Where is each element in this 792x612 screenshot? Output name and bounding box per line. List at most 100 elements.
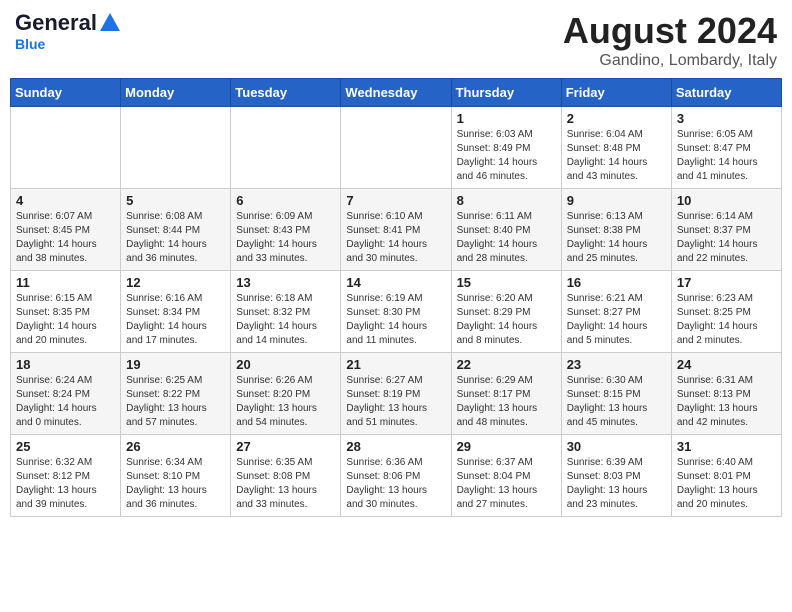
calendar-cell: 12 Sunrise: 6:16 AM Sunset: 8:34 PM Dayli… — [121, 271, 231, 353]
weekday-header-sunday: Sunday — [11, 79, 121, 107]
day-info: Sunrise: 6:27 AM Sunset: 8:19 PM Dayligh… — [346, 374, 445, 430]
weekday-header-friday: Friday — [561, 79, 671, 107]
calendar-cell: 31Sunrise: 6:40 AM Sunset: 8:01 PM Dayli… — [671, 435, 781, 517]
calendar-cell: 25Sunrise: 6:32 AM Sunset: 8:12 PM Dayli… — [11, 435, 121, 517]
week-row-2: 4 Sunrise: 6:07 AM Sunset: 8:45 PM Daylig… — [11, 189, 782, 271]
location-title: Gandino, Lombardy, Italy — [563, 52, 777, 70]
day-info: Sunrise: 6:35 AM Sunset: 8:08 PM Dayligh… — [236, 456, 335, 512]
calendar-cell: 21 Sunrise: 6:27 AM Sunset: 8:19 PM Dayli… — [341, 353, 451, 435]
calendar-cell: 11 Sunrise: 6:15 AM Sunset: 8:35 PM Dayli… — [11, 271, 121, 353]
calendar-cell: 30 Sunrise: 6:39 AM Sunset: 8:03 PM Dayli… — [561, 435, 671, 517]
calendar-cell — [341, 107, 451, 189]
logo-blue: Blue — [15, 36, 45, 52]
day-info: Sunrise: 6:32 AM Sunset: 8:12 PM Dayligh… — [16, 456, 115, 512]
day-info: Sunrise: 6:21 AM Sunset: 8:27 PM Dayligh… — [567, 292, 666, 348]
calendar-cell: 29Sunrise: 6:37 AM Sunset: 8:04 PM Dayli… — [451, 435, 561, 517]
day-number: 28 — [346, 439, 445, 454]
calendar-table: SundayMondayTuesdayWednesdayThursdayFrid… — [10, 78, 782, 517]
calendar-cell — [121, 107, 231, 189]
calendar-cell: 2Sunrise: 6:04 AM Sunset: 8:48 PM Daylig… — [561, 107, 671, 189]
calendar-cell: 27Sunrise: 6:35 AM Sunset: 8:08 PM Dayli… — [231, 435, 341, 517]
logo: General Blue — [15, 10, 121, 54]
calendar-cell: 17 Sunrise: 6:23 AM Sunset: 8:25 PM Dayli… — [671, 271, 781, 353]
day-number: 6 — [236, 193, 335, 208]
day-info: Sunrise: 6:09 AM Sunset: 8:43 PM Dayligh… — [236, 210, 335, 266]
day-number: 30 — [567, 439, 666, 454]
day-number: 3 — [677, 111, 776, 126]
week-row-4: 18Sunrise: 6:24 AM Sunset: 8:24 PM Dayli… — [11, 353, 782, 435]
calendar-cell: 19 Sunrise: 6:25 AM Sunset: 8:22 PM Dayli… — [121, 353, 231, 435]
day-number: 19 — [126, 357, 225, 372]
day-number: 14 — [346, 275, 445, 290]
day-number: 10 — [677, 193, 776, 208]
calendar-cell: 18Sunrise: 6:24 AM Sunset: 8:24 PM Dayli… — [11, 353, 121, 435]
calendar-cell: 23 Sunrise: 6:30 AM Sunset: 8:15 PM Dayli… — [561, 353, 671, 435]
calendar-cell: 6 Sunrise: 6:09 AM Sunset: 8:43 PM Daylig… — [231, 189, 341, 271]
calendar-cell: 3 Sunrise: 6:05 AM Sunset: 8:47 PM Daylig… — [671, 107, 781, 189]
day-info: Sunrise: 6:11 AM Sunset: 8:40 PM Dayligh… — [457, 210, 556, 266]
day-number: 5 — [126, 193, 225, 208]
day-info: Sunrise: 6:40 AM Sunset: 8:01 PM Dayligh… — [677, 456, 776, 512]
day-info: Sunrise: 6:31 AM Sunset: 8:13 PM Dayligh… — [677, 374, 776, 430]
day-number: 12 — [126, 275, 225, 290]
day-number: 24 — [677, 357, 776, 372]
day-number: 1 — [457, 111, 556, 126]
calendar-cell: 5Sunrise: 6:08 AM Sunset: 8:44 PM Daylig… — [121, 189, 231, 271]
day-info: Sunrise: 6:10 AM Sunset: 8:41 PM Dayligh… — [346, 210, 445, 266]
day-number: 11 — [16, 275, 115, 290]
day-info: Sunrise: 6:18 AM Sunset: 8:32 PM Dayligh… — [236, 292, 335, 348]
title-area: August 2024 Gandino, Lombardy, Italy — [563, 10, 777, 70]
calendar-cell: 24 Sunrise: 6:31 AM Sunset: 8:13 PM Dayli… — [671, 353, 781, 435]
logo-triangle-icon — [99, 11, 121, 33]
day-info: Sunrise: 6:24 AM Sunset: 8:24 PM Dayligh… — [16, 374, 115, 430]
day-info: Sunrise: 6:25 AM Sunset: 8:22 PM Dayligh… — [126, 374, 225, 430]
day-number: 23 — [567, 357, 666, 372]
week-row-1: 1 Sunrise: 6:03 AM Sunset: 8:49 PM Daylig… — [11, 107, 782, 189]
day-info: Sunrise: 6:05 AM Sunset: 8:47 PM Dayligh… — [677, 128, 776, 184]
weekday-header-row: SundayMondayTuesdayWednesdayThursdayFrid… — [11, 79, 782, 107]
day-info: Sunrise: 6:34 AM Sunset: 8:10 PM Dayligh… — [126, 456, 225, 512]
calendar-cell: 7Sunrise: 6:10 AM Sunset: 8:41 PM Daylig… — [341, 189, 451, 271]
calendar-cell: 22Sunrise: 6:29 AM Sunset: 8:17 PM Dayli… — [451, 353, 561, 435]
day-info: Sunrise: 6:30 AM Sunset: 8:15 PM Dayligh… — [567, 374, 666, 430]
day-number: 21 — [346, 357, 445, 372]
calendar-cell: 26Sunrise: 6:34 AM Sunset: 8:10 PM Dayli… — [121, 435, 231, 517]
calendar-cell — [231, 107, 341, 189]
day-info: Sunrise: 6:15 AM Sunset: 8:35 PM Dayligh… — [16, 292, 115, 348]
calendar-cell: 16 Sunrise: 6:21 AM Sunset: 8:27 PM Dayli… — [561, 271, 671, 353]
week-row-5: 25Sunrise: 6:32 AM Sunset: 8:12 PM Dayli… — [11, 435, 782, 517]
day-number: 22 — [457, 357, 556, 372]
page-header: General Blue August 2024 Gandino, Lombar… — [10, 10, 782, 70]
calendar-cell: 10 Sunrise: 6:14 AM Sunset: 8:37 PM Dayli… — [671, 189, 781, 271]
calendar-cell: 14 Sunrise: 6:19 AM Sunset: 8:30 PM Dayli… — [341, 271, 451, 353]
day-number: 29 — [457, 439, 556, 454]
calendar-cell: 20Sunrise: 6:26 AM Sunset: 8:20 PM Dayli… — [231, 353, 341, 435]
day-number: 2 — [567, 111, 666, 126]
day-info: Sunrise: 6:39 AM Sunset: 8:03 PM Dayligh… — [567, 456, 666, 512]
day-number: 15 — [457, 275, 556, 290]
calendar-cell — [11, 107, 121, 189]
calendar-cell: 4 Sunrise: 6:07 AM Sunset: 8:45 PM Daylig… — [11, 189, 121, 271]
calendar-cell: 1 Sunrise: 6:03 AM Sunset: 8:49 PM Daylig… — [451, 107, 561, 189]
day-info: Sunrise: 6:07 AM Sunset: 8:45 PM Dayligh… — [16, 210, 115, 266]
calendar-cell: 15 Sunrise: 6:20 AM Sunset: 8:29 PM Dayli… — [451, 271, 561, 353]
day-number: 16 — [567, 275, 666, 290]
weekday-header-tuesday: Tuesday — [231, 79, 341, 107]
weekday-header-thursday: Thursday — [451, 79, 561, 107]
day-number: 17 — [677, 275, 776, 290]
day-info: Sunrise: 6:03 AM Sunset: 8:49 PM Dayligh… — [457, 128, 556, 184]
day-number: 13 — [236, 275, 335, 290]
day-info: Sunrise: 6:16 AM Sunset: 8:34 PM Dayligh… — [126, 292, 225, 348]
calendar-cell: 8 Sunrise: 6:11 AM Sunset: 8:40 PM Daylig… — [451, 189, 561, 271]
weekday-header-monday: Monday — [121, 79, 231, 107]
day-number: 4 — [16, 193, 115, 208]
month-title: August 2024 — [563, 10, 777, 52]
day-number: 8 — [457, 193, 556, 208]
logo-general: General — [15, 10, 97, 36]
weekday-header-wednesday: Wednesday — [341, 79, 451, 107]
day-info: Sunrise: 6:23 AM Sunset: 8:25 PM Dayligh… — [677, 292, 776, 348]
day-number: 20 — [236, 357, 335, 372]
day-info: Sunrise: 6:14 AM Sunset: 8:37 PM Dayligh… — [677, 210, 776, 266]
day-info: Sunrise: 6:20 AM Sunset: 8:29 PM Dayligh… — [457, 292, 556, 348]
day-info: Sunrise: 6:19 AM Sunset: 8:30 PM Dayligh… — [346, 292, 445, 348]
